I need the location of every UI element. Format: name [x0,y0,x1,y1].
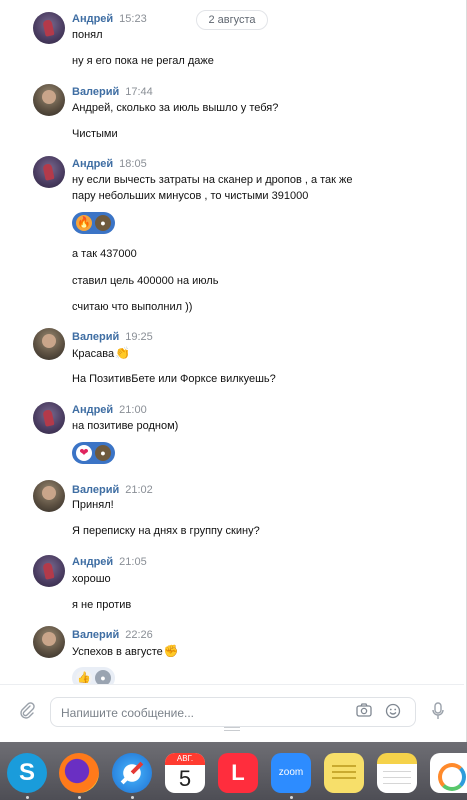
reactor-avatar-icon: ● [95,215,111,231]
author-name[interactable]: Андрей [72,158,113,170]
author-name[interactable]: Валерий [72,629,119,641]
message-time: 19:25 [125,331,153,343]
message-text: ну я его пока не регал даже [72,55,214,67]
message-text: хорошо [72,573,111,585]
message-time: 15:23 [119,13,147,25]
reactions-bar[interactable]: ❤ ● [72,442,115,464]
message-time: 21:05 [119,556,147,568]
avatar[interactable] [33,84,65,116]
safari-app-icon[interactable] [112,753,152,793]
avatar[interactable] [33,555,65,587]
message-text: Чистыми [72,128,118,140]
heart-reaction-icon[interactable]: ❤ [76,445,92,461]
zoom-app-icon[interactable]: zoom [271,753,311,793]
avatar[interactable] [33,402,65,434]
message-time: 22:26 [125,629,153,641]
chat-window: 2 августа Андрей 15:23 понял ну я его пок… [0,0,467,742]
calendar-day: 5 [178,766,192,791]
resize-handle[interactable] [224,727,240,731]
message-text: на позитиве родном) [72,420,179,432]
author-name[interactable]: Валерий [72,331,119,343]
camera-icon[interactable] [355,703,373,721]
fist-emoji-icon: ✊ [163,644,179,658]
lol-app-icon[interactable]: L [218,753,258,793]
message-time: 21:00 [119,404,147,416]
running-indicator [290,796,293,799]
author-name[interactable]: Валерий [72,86,119,98]
avatar[interactable] [33,12,65,44]
reactions-bar[interactable]: 👍 ● [72,667,115,684]
message-text: а так 437000 [72,248,137,260]
message-text: ставил цель 400000 на июль [72,275,219,287]
message-time: 18:05 [119,158,147,170]
message-time: 21:02 [125,484,153,496]
message-header: Андрей 18:05 [72,158,147,170]
message-text: На ПозитивБете или Форксе вилкуешь? [72,373,276,385]
paperclip-icon[interactable] [16,701,38,723]
message-text: пару небольших минусов , то чистыми 3910… [72,190,309,202]
smiley-icon[interactable] [384,703,402,721]
fire-reaction-icon[interactable]: 🔥 [76,215,92,231]
microphone-icon[interactable] [428,702,448,722]
reactor-avatar-icon: ● [95,445,111,461]
reactions-bar[interactable]: 🔥 ● [72,212,115,234]
author-name[interactable]: Валерий [72,484,119,496]
message-composer [0,684,464,742]
message-time: 17:44 [125,86,153,98]
avatar[interactable] [33,626,65,658]
stickies-app-icon[interactable] [324,753,364,793]
firefox-app-icon[interactable] [59,753,99,793]
message-text: считаю что выполнил )) [72,301,193,313]
message-header: Андрей 15:23 [72,13,147,25]
message-header: Валерий 22:26 [72,629,153,641]
message-text: Принял! [72,499,114,511]
freeform-app-icon[interactable] [430,753,467,793]
notes-app-icon[interactable] [377,753,417,793]
clap-emoji-icon: 👏 [115,346,131,360]
message-input[interactable] [61,704,341,722]
macos-dock: S АВГ. 5 L zoom [0,742,467,800]
calendar-app-icon[interactable]: АВГ. 5 [165,753,205,793]
date-divider: 2 августа [196,10,268,30]
thumbs-up-reaction-icon[interactable]: 👍 [76,670,92,684]
author-name[interactable]: Андрей [72,13,113,25]
message-header: Андрей 21:05 [72,556,147,568]
message-text: Я переписку на днях в группу скину? [72,525,260,537]
message-input-box[interactable] [50,697,416,727]
running-indicator [131,796,134,799]
reactor-avatar-icon: ● [95,670,111,684]
message-text: ну если вычесть затраты на сканер и дроп… [72,174,353,186]
message-text-with-emoji: Успехов в августе✊ [72,643,179,660]
running-indicator [78,796,81,799]
skype-app-icon[interactable]: S [7,753,47,793]
message-header: Валерий 21:02 [72,484,153,496]
message-text-with-emoji: Красава👏 [72,345,130,362]
message-history[interactable]: 2 августа Андрей 15:23 понял ну я его пок… [0,0,464,684]
author-name[interactable]: Андрей [72,404,113,416]
avatar[interactable] [33,156,65,188]
message-text: Успехов в августе [72,646,163,658]
message-header: Валерий 17:44 [72,86,153,98]
avatar[interactable] [33,328,65,360]
message-text: Андрей, сколько за июль вышло у тебя? [72,102,279,114]
message-text: понял [72,29,103,41]
message-header: Валерий 19:25 [72,331,153,343]
running-indicator [26,796,29,799]
message-text: Красава [72,348,115,360]
message-text: я не против [72,599,132,611]
message-header: Андрей 21:00 [72,404,147,416]
avatar[interactable] [33,480,65,512]
author-name[interactable]: Андрей [72,556,113,568]
calendar-month: АВГ. [165,753,205,765]
